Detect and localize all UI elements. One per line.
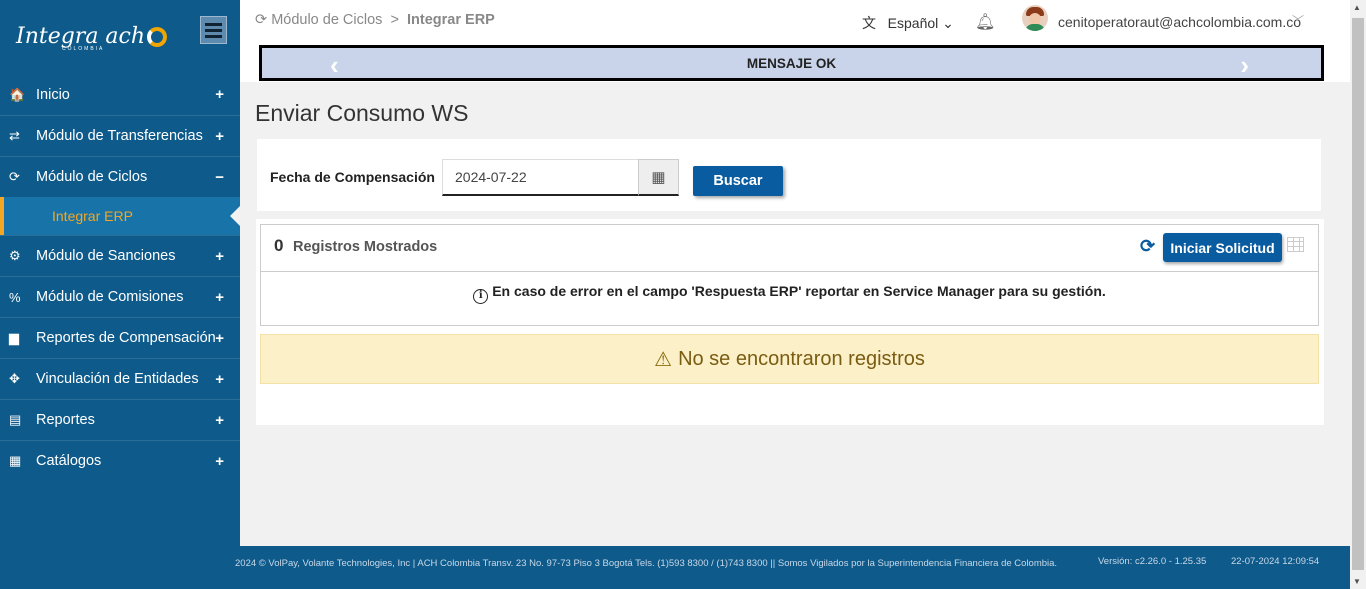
sidebar-item-ciclos[interactable]: ⟳ Módulo de Ciclos − bbox=[0, 156, 240, 197]
logo: Integra ach COLOMBIA bbox=[16, 24, 168, 52]
footer-copyright: 2024 © VolPay, Volante Technologies, Inc… bbox=[235, 558, 1058, 569]
expand-icon: + bbox=[215, 329, 224, 347]
grid-icon[interactable] bbox=[1287, 237, 1304, 252]
expand-icon: + bbox=[215, 86, 224, 103]
bell-icon[interactable]: 🔔︎ bbox=[975, 12, 995, 32]
catalog-icon: ▦ bbox=[9, 453, 22, 468]
scrollbar[interactable]: ▲ ▼ bbox=[1350, 0, 1366, 589]
top-bar: ⟳ Módulo de Ciclos > Integrar ERP 文 Espa… bbox=[240, 0, 1350, 82]
info-icon: i bbox=[473, 289, 489, 304]
sidebar-item-label: Vinculación de Entidades bbox=[36, 371, 199, 387]
expand-icon: + bbox=[215, 452, 224, 470]
search-button[interactable]: Buscar bbox=[693, 166, 783, 196]
sidebar-item-reportes[interactable]: ▤ Reportes + bbox=[0, 399, 240, 440]
language-selector[interactable]: 文 Español ⌄ bbox=[862, 13, 954, 33]
expand-icon: + bbox=[215, 411, 224, 429]
table-panel: 0 Registros Mostrados ⟳ Iniciar Solicitu… bbox=[260, 224, 1319, 326]
expand-icon: + bbox=[215, 247, 224, 265]
translate-icon: 文 bbox=[862, 15, 876, 31]
footer: 2024 © VolPay, Volante Technologies, Inc… bbox=[235, 546, 1350, 589]
logo-subtitle: COLOMBIA bbox=[62, 46, 105, 52]
sidebar-item-label: Módulo de Ciclos bbox=[36, 169, 148, 185]
hamburger-line bbox=[205, 34, 222, 38]
refresh-icon: ⟳ bbox=[9, 169, 20, 184]
sidebar-item-label: Reportes de Compensación bbox=[36, 330, 216, 346]
menu-toggle-button[interactable] bbox=[200, 16, 227, 44]
avatar-body bbox=[1025, 24, 1045, 31]
start-request-button[interactable]: Iniciar Solicitud bbox=[1163, 233, 1282, 262]
sidebar-item-label: Catálogos bbox=[36, 453, 102, 469]
warning-icon: ⚠ bbox=[654, 348, 673, 371]
hamburger-icon bbox=[205, 22, 222, 26]
collapse-icon: − bbox=[215, 168, 224, 186]
sidebar-subitem-label: Integrar ERP bbox=[52, 208, 133, 224]
page-title: Enviar Consumo WS bbox=[255, 100, 469, 126]
logo-ring-icon bbox=[147, 27, 168, 47]
report-icon: ▤ bbox=[9, 412, 22, 427]
footer-version: Versión: c2.26.0 - 1.25.35 bbox=[1098, 556, 1207, 567]
home-icon: 🏠 bbox=[9, 86, 26, 102]
sidebar-item-catalogos[interactable]: ▦ Catálogos + bbox=[0, 440, 240, 481]
percent-icon: % bbox=[9, 289, 21, 305]
chevron-down-icon[interactable]: ﹀ bbox=[1292, 12, 1304, 29]
sidebar-item-comisiones[interactable]: % Módulo de Comisiones + bbox=[0, 276, 240, 317]
sidebar-item-label: Reportes bbox=[36, 412, 95, 428]
refresh-icon[interactable]: ⟳ bbox=[1140, 236, 1155, 257]
sidebar: Integra ach COLOMBIA 🏠 Inicio + ⇄ Módulo… bbox=[0, 0, 240, 589]
hamburger-line bbox=[205, 28, 222, 32]
expand-icon: + bbox=[215, 370, 224, 388]
breadcrumb-separator: > bbox=[390, 12, 399, 28]
avatar[interactable] bbox=[1022, 5, 1048, 31]
message-banner: ‹ MENSAJE OK › bbox=[259, 45, 1324, 81]
link-icon: ✥ bbox=[9, 371, 20, 386]
breadcrumb-current: Integrar ERP bbox=[407, 12, 495, 28]
breadcrumb: ⟳ Módulo de Ciclos > Integrar ERP bbox=[255, 12, 495, 28]
filter-card: Fecha de Compensación ▦ Buscar bbox=[257, 139, 1321, 211]
date-label: Fecha de Compensación bbox=[270, 169, 435, 185]
records-label: Registros Mostrados bbox=[293, 239, 438, 255]
message-text: MENSAJE OK bbox=[746, 55, 837, 71]
sidebar-item-label: Módulo de Comisiones bbox=[36, 289, 184, 305]
results-card: 0 Registros Mostrados ⟳ Iniciar Solicitu… bbox=[256, 219, 1324, 425]
sidebar-nav: 🏠 Inicio + ⇄ Módulo de Transferencias + … bbox=[0, 74, 240, 481]
sidebar-item-transferencias[interactable]: ⇄ Módulo de Transferencias + bbox=[0, 115, 240, 156]
refresh-icon: ⟳ bbox=[255, 12, 268, 28]
empty-state-alert: ⚠ No se encontraron registros bbox=[260, 334, 1319, 384]
chevron-down-icon: ⌄ bbox=[942, 15, 954, 31]
chevron-left-icon[interactable]: ‹ bbox=[330, 50, 339, 81]
expand-icon: + bbox=[215, 288, 224, 306]
language-label: Español bbox=[887, 15, 939, 31]
sidebar-item-sanciones[interactable]: ⚙ Módulo de Sanciones + bbox=[0, 235, 240, 276]
sidebar-item-label: Módulo de Sanciones bbox=[36, 248, 176, 264]
info-message: i En caso de error en el campo 'Respuesta… bbox=[261, 283, 1318, 304]
user-email[interactable]: cenitoperatoraut@achcolombia.com.co bbox=[1058, 14, 1301, 30]
scrollbar-thumb[interactable] bbox=[1352, 18, 1364, 570]
breadcrumb-parent[interactable]: Módulo de Ciclos bbox=[271, 12, 382, 28]
date-field[interactable] bbox=[442, 159, 639, 196]
exchange-icon: ⇄ bbox=[9, 128, 20, 143]
records-count: 0 bbox=[274, 236, 284, 255]
sidebar-item-label: Módulo de Transferencias bbox=[36, 128, 203, 144]
scroll-up-icon[interactable]: ▲ bbox=[1353, 3, 1361, 12]
chevron-right-icon[interactable]: › bbox=[1240, 50, 1249, 81]
empty-state-text: No se encontraron registros bbox=[678, 347, 925, 370]
footer-timestamp: 22-07-2024 12:09:54 bbox=[1231, 556, 1320, 567]
gear-icon: ⚙ bbox=[9, 248, 21, 263]
scroll-down-icon[interactable]: ▼ bbox=[1353, 577, 1361, 586]
calendar-icon[interactable]: ▦ bbox=[638, 159, 679, 196]
sidebar-item-reportes-compensacion[interactable]: ▆ Reportes de Compensación + bbox=[0, 317, 240, 358]
table-header: 0 Registros Mostrados ⟳ Iniciar Solicitu… bbox=[261, 225, 1318, 272]
sidebar-item-inicio[interactable]: 🏠 Inicio + bbox=[0, 74, 240, 115]
file-icon: ▆ bbox=[9, 330, 19, 345]
sidebar-item-label: Inicio bbox=[36, 86, 70, 103]
info-text: En caso de error en el campo 'Respuesta … bbox=[492, 283, 1106, 299]
sidebar-item-vinculacion[interactable]: ✥ Vinculación de Entidades + bbox=[0, 358, 240, 399]
sidebar-subitem-integrar-erp[interactable]: Integrar ERP bbox=[0, 197, 240, 235]
expand-icon: + bbox=[215, 127, 224, 145]
